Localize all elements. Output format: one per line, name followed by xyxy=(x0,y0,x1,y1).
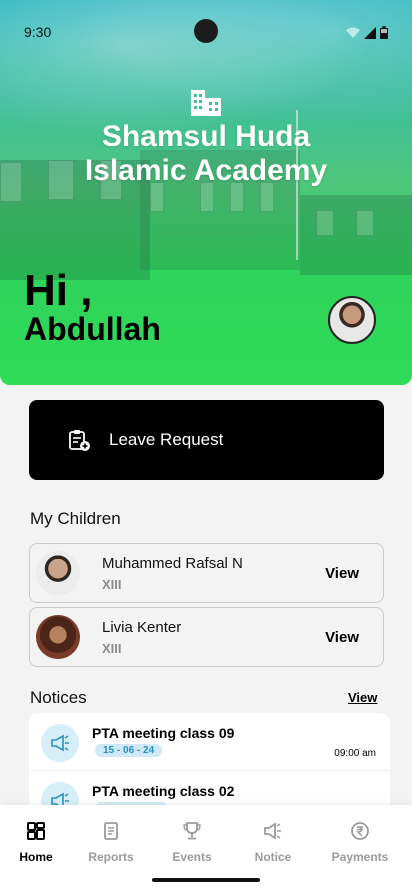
leave-request-label: Leave Request xyxy=(109,430,224,449)
megaphone-icon xyxy=(264,822,281,840)
leave-request-button[interactable]: Leave Request xyxy=(29,400,384,480)
profile-avatar[interactable] xyxy=(328,296,376,344)
nav-label: Reports xyxy=(88,850,134,864)
nav-events[interactable]: Events xyxy=(152,821,232,864)
section-title-children: My Children xyxy=(30,509,121,528)
signal-icon xyxy=(364,27,376,39)
megaphone-icon xyxy=(41,724,79,762)
child-name: Livia Kenter xyxy=(102,618,182,636)
header-hero: 9:30 Shamsul Huda Islamic Academy Hi , A… xyxy=(0,0,412,385)
school-name-line2: Islamic Academy xyxy=(84,154,328,187)
nav-notice[interactable]: Notice xyxy=(233,821,313,864)
status-bar: 9:30 xyxy=(0,0,412,60)
building-window xyxy=(356,210,374,236)
nav-reports[interactable]: Reports xyxy=(71,821,151,864)
grid-icon xyxy=(27,822,45,840)
child-avatar xyxy=(36,615,80,659)
nav-label: Events xyxy=(172,850,212,864)
rupee-icon xyxy=(351,822,369,840)
child-name: Muhammed Rafsal N xyxy=(102,554,243,572)
nav-label: Home xyxy=(19,850,53,864)
nav-label: Payments xyxy=(331,850,389,864)
notice-date-badge: 15 - 06 - 24 xyxy=(95,744,163,757)
section-title-notices: Notices xyxy=(30,688,87,707)
greeting: Hi , xyxy=(24,266,93,315)
school-name-line1: Shamsul Huda xyxy=(101,120,311,153)
system-icons xyxy=(346,26,388,39)
school-name: Shamsul Huda Islamic Academy xyxy=(0,120,412,188)
notice-item[interactable]: PTA meeting class 09 15 - 06 - 24 09:00 … xyxy=(29,713,390,771)
notice-title: PTA meeting class 09 xyxy=(92,725,235,741)
wifi-icon xyxy=(346,27,360,38)
trophy-icon xyxy=(183,822,201,840)
home-indicator xyxy=(152,878,260,882)
nav-payments[interactable]: Payments xyxy=(320,821,400,864)
user-name: Abdullah xyxy=(24,311,161,347)
battery-icon xyxy=(380,26,388,39)
notice-time: 09:00 am xyxy=(334,748,376,759)
nav-label: Notice xyxy=(254,850,292,864)
building-icon xyxy=(191,90,221,116)
child-view-button[interactable]: View xyxy=(325,629,359,646)
building-window xyxy=(316,210,334,236)
child-avatar xyxy=(36,551,80,595)
clipboard-add-icon xyxy=(69,430,90,451)
child-card[interactable]: Livia Kenter XIII View xyxy=(29,607,384,667)
notices-view-link[interactable]: View xyxy=(348,690,377,705)
camera-cutout xyxy=(194,19,218,43)
child-class: XIII xyxy=(102,576,122,592)
nav-home[interactable]: Home xyxy=(0,821,76,864)
child-class: XIII xyxy=(102,640,122,656)
status-time: 9:30 xyxy=(24,24,52,40)
notice-title: PTA meeting class 02 xyxy=(92,783,235,799)
child-card[interactable]: Muhammed Rafsal N XIII View xyxy=(29,543,384,603)
child-view-button[interactable]: View xyxy=(325,565,359,582)
document-icon xyxy=(104,822,118,840)
